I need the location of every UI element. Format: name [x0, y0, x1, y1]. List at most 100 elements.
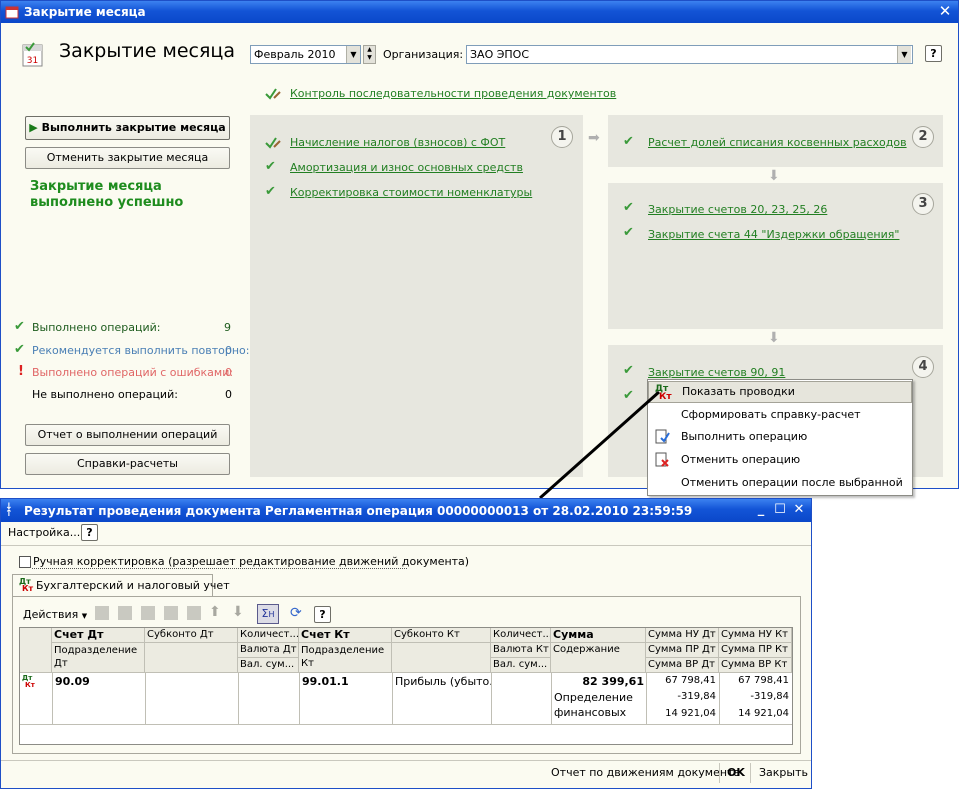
group-1-item-1[interactable]: Начисление налогов (взносов) с ФОТ [290, 136, 505, 149]
organization-dropdown-icon[interactable]: ▼ [897, 46, 911, 63]
cell-content-line2[interactable]: финансовых [552, 705, 628, 720]
col-qty-kt[interactable]: Количест... [491, 628, 551, 643]
doc-window-title: Результат проведения документа Регламент… [24, 503, 693, 518]
col-division-kt-line2: Кт [301, 658, 314, 669]
group-2-item-1[interactable]: Расчет долей списания косвенных расходов [648, 136, 907, 149]
period-value: Февраль 2010 [254, 48, 336, 61]
arrow-right-icon: ➡ [588, 130, 600, 146]
menu-cancel-after-selected[interactable]: Отменить операции после выбранной [648, 472, 912, 494]
settings-menu[interactable]: Настройка... [8, 526, 80, 539]
cell-sum-vr-dt[interactable]: 14 921,04 [647, 707, 718, 720]
col-division-kt-line1: Подразделение [301, 645, 385, 656]
period-select[interactable]: Февраль 2010 [250, 45, 361, 64]
organization-select[interactable]: ЗАО ЭПОС [466, 45, 913, 64]
run-closing-button[interactable]: ▶ Выполнить закрытие месяца [25, 116, 230, 140]
col-sum-vr-dt[interactable]: Сумма ВР Дт [646, 658, 719, 673]
col-sum-nu-kt[interactable]: Сумма НУ Кт [719, 628, 792, 643]
help-button[interactable]: ? [925, 45, 942, 62]
group-2-number: 2 [912, 126, 934, 148]
cell-sum-pr-kt[interactable]: -319,84 [720, 690, 791, 703]
menu-run-operation-label: Выполнить операцию [681, 430, 808, 443]
move-down-icon[interactable]: ⬇ [232, 604, 244, 620]
close-window-icon[interactable]: ✕ [791, 502, 807, 518]
col-account-kt[interactable]: Счет Кт [299, 628, 392, 643]
group-1-item-3[interactable]: Корректировка стоимости номенклатуры [290, 186, 532, 199]
doc-help-button[interactable]: ? [81, 524, 98, 541]
grid-help-button[interactable]: ? [314, 606, 331, 623]
menu-make-calc-report[interactable]: Сформировать справку-расчет [648, 404, 912, 426]
cell-amount[interactable]: 82 399,61 [552, 674, 646, 689]
manual-correction-checkbox[interactable] [19, 556, 31, 568]
actions-menu[interactable]: Действия ▼ [23, 608, 87, 621]
col-sum[interactable]: Сумма [551, 628, 646, 643]
footer-divider [1, 760, 811, 761]
cell-account-kt[interactable]: 99.01.1 [300, 674, 351, 689]
cell-account-dt[interactable]: 90.09 [53, 674, 92, 689]
col-cur-sum-kt[interactable]: Вал. сум... [491, 658, 551, 673]
tab-accounting-label: Бухгалтерский и налоговый учет [36, 579, 230, 592]
col-currency-kt[interactable]: Валюта Кт [491, 643, 551, 658]
cell-subconto-kt[interactable]: Прибыль (убыто... [393, 674, 491, 689]
cell-sum-pr-dt[interactable]: -319,84 [647, 690, 718, 703]
col-division-kt[interactable]: Подразделение Кт [299, 643, 392, 673]
maximize-icon[interactable]: ☐ [772, 502, 788, 518]
close-window-icon[interactable]: ✕ [935, 3, 955, 21]
col-sum-nu-dt[interactable]: Сумма НУ Дт [646, 628, 719, 643]
col-sum-vr-kt[interactable]: Сумма ВР Кт [719, 658, 792, 673]
col-empty-kt [392, 643, 491, 673]
col-qty-dt[interactable]: Количест... [238, 628, 299, 643]
success-line-2: выполнено успешно [30, 195, 184, 210]
grid-vline [145, 672, 146, 724]
cell-sum-vr-kt[interactable]: 14 921,04 [720, 707, 791, 720]
group-1-item-2[interactable]: Амортизация и износ основных средств [290, 161, 523, 174]
col-cur-sum-dt[interactable]: Вал. сум... [238, 658, 299, 673]
save-icon[interactable] [187, 606, 201, 620]
footer-separator [750, 763, 751, 783]
group-3-item-1[interactable]: Закрытие счетов 20, 23, 25, 26 [648, 203, 827, 216]
close-button[interactable]: Закрыть [759, 766, 808, 779]
refresh-icon[interactable]: ⟳ [290, 605, 302, 621]
menu-cancel-after-selected-label: Отменить операции после выбранной [681, 476, 903, 489]
cell-sum-nu-dt[interactable]: 67 798,41 [647, 674, 718, 687]
cancel-closing-button[interactable]: Отменить закрытие месяца [25, 147, 230, 169]
cell-content-line1[interactable]: Определение [552, 690, 635, 705]
cell-sum-nu-kt[interactable]: 67 798,41 [720, 674, 791, 687]
period-dropdown-icon[interactable]: ▼ [346, 46, 360, 63]
grid-vline [491, 672, 492, 724]
col-sum-pr-dt[interactable]: Сумма ПР Дт [646, 643, 719, 658]
menu-run-operation[interactable]: Выполнить операцию [648, 426, 912, 448]
actions-label: Действия [23, 608, 79, 621]
col-division-dt[interactable]: Подразделение Дт [52, 643, 145, 673]
success-line-1: Закрытие месяца [30, 179, 162, 194]
operations-report-button[interactable]: Отчет о выполнении операций [25, 424, 230, 446]
group-3-item-2[interactable]: Закрытие счета 44 "Издержки обращения" [648, 228, 899, 241]
menu-show-entries[interactable]: Дт Кт Показать проводки [648, 381, 912, 403]
control-sequence-link[interactable]: Контроль последовательности проведения д… [290, 87, 616, 100]
stat-errors-exclamation-icon: ! [18, 364, 24, 379]
sum-icon[interactable]: ΣH [257, 604, 279, 624]
grid-vline [238, 672, 239, 724]
movements-report-button[interactable]: Отчет по движениям документа [551, 766, 740, 779]
calc-reports-button[interactable]: Справки-расчеты [25, 453, 230, 475]
add-row-icon[interactable] [95, 606, 109, 620]
menu-cancel-operation[interactable]: Отменить операцию [648, 449, 912, 471]
group-4-item-1[interactable]: Закрытие счетов 90, 91 [648, 366, 785, 379]
stat-done-label: Выполнено операций: [32, 321, 161, 334]
col-sum-pr-kt[interactable]: Сумма ПР Кт [719, 643, 792, 658]
col-content[interactable]: Содержание [551, 643, 646, 673]
toolbar-divider [1, 545, 811, 546]
move-up-icon[interactable]: ⬆ [209, 604, 221, 620]
play-icon: ▶ [29, 121, 38, 134]
edit-row-icon[interactable] [141, 606, 155, 620]
minimize-icon[interactable]: _ [753, 502, 769, 518]
col-currency-dt[interactable]: Валюта Дт [238, 643, 299, 658]
delete-row-icon[interactable] [164, 606, 178, 620]
col-subconto-kt[interactable]: Субконто Кт [392, 628, 491, 643]
dt-kt-icon: Дт Кт [22, 674, 35, 689]
copy-row-icon[interactable] [118, 606, 132, 620]
period-spinner-icon[interactable]: ▲ ▼ [363, 45, 376, 64]
col-account-dt[interactable]: Счет Дт [52, 628, 145, 643]
tab-accounting[interactable]: Дт Кт Бухгалтерский и налоговый учет [12, 574, 230, 597]
ok-button[interactable]: OK [727, 766, 745, 779]
col-subconto-dt[interactable]: Субконто Дт [145, 628, 238, 643]
